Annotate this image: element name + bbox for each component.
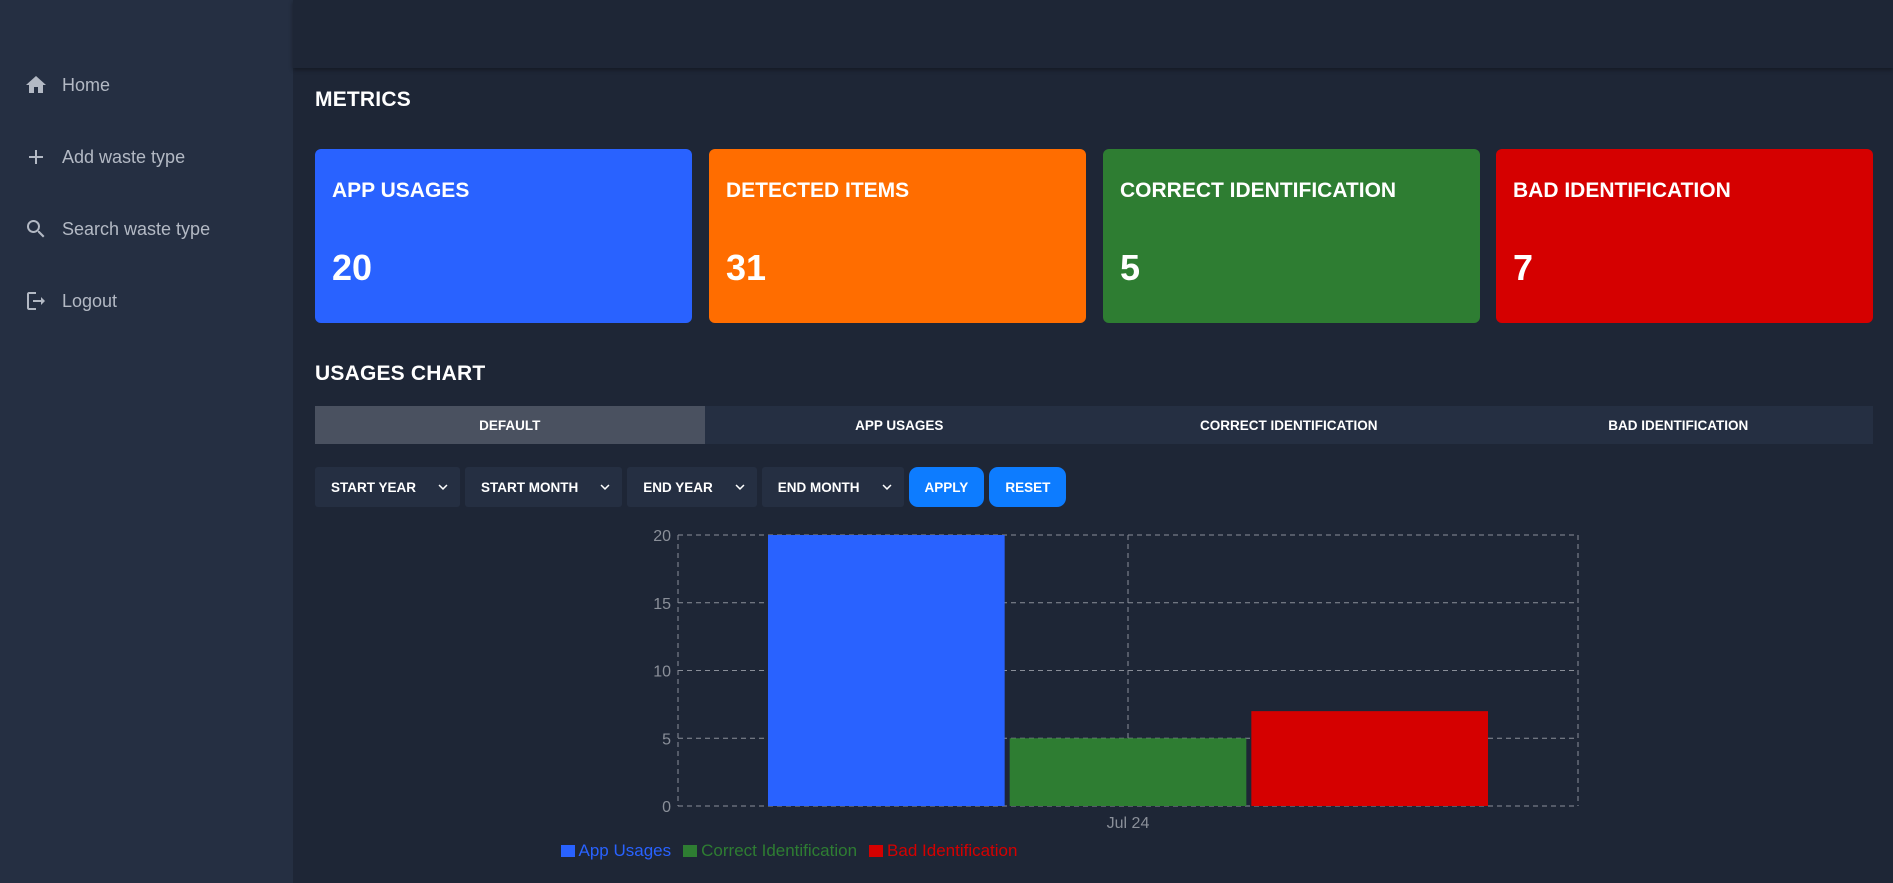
chart-tabs: DEFAULT APP USAGES CORRECT IDENTIFICATIO… [315, 406, 1873, 444]
metric-card-title: BAD IDENTIFICATION [1513, 179, 1731, 202]
sidebar-item-add-waste-type[interactable]: Add waste type [24, 137, 185, 177]
sidebar-item-label: Home [62, 74, 111, 95]
logout-icon [27, 292, 45, 310]
chevron-down-icon [735, 484, 745, 490]
chart-legend: App Usages Correct Identification Bad Iden… [0, 841, 1578, 861]
tab-app-usages[interactable]: APP USAGES [705, 406, 1095, 444]
end-month-select[interactable]: END MONTH [761, 467, 904, 507]
reset-button[interactable]: RESET [989, 467, 1067, 507]
x-tick-label: Jul 24 [1107, 815, 1150, 832]
legend-swatch [683, 845, 698, 857]
usages-chart-title: USAGES CHART [315, 362, 486, 385]
legend-item[interactable]: Bad Identification [869, 841, 1017, 861]
metric-card-value: 5 [1120, 247, 1141, 288]
sidebar: Home Add waste type Search waste type Lo… [0, 0, 293, 883]
y-tick-label: 10 [653, 664, 671, 681]
metrics-title: METRICS [315, 88, 411, 111]
bar-bad-identification [1251, 711, 1488, 806]
sidebar-item-logout[interactable]: Logout [24, 281, 117, 321]
tab-default[interactable]: DEFAULT [315, 406, 705, 444]
date-filters: START YEAR START MONTH END YEAR END MONT… [315, 467, 1067, 507]
legend-label: Correct Identification [701, 841, 858, 860]
metric-card-bad-identification: BAD IDENTIFICATION 7 [1496, 149, 1873, 323]
legend-swatch [869, 845, 884, 857]
legend-item[interactable]: App Usages [560, 841, 672, 861]
search-icon [27, 220, 45, 238]
legend-label: Bad Identification [887, 841, 1018, 860]
sidebar-item-search-waste-type[interactable]: Search waste type [24, 209, 210, 249]
legend-item[interactable]: Correct Identification [683, 841, 857, 861]
select-label: END MONTH [777, 479, 860, 495]
tab-correct-identification[interactable]: CORRECT IDENTIFICATION [1094, 406, 1484, 444]
tab-bad-identification[interactable]: BAD IDENTIFICATION [1484, 406, 1874, 444]
sidebar-item-label: Search waste type [62, 218, 211, 239]
sidebar-item-label: Add waste type [62, 146, 186, 167]
metric-card-title: APP USAGES [332, 179, 470, 202]
sidebar-item-label: Logout [62, 290, 118, 311]
metric-card-title: DETECTED ITEMS [726, 179, 910, 202]
chevron-down-icon [882, 484, 892, 490]
y-tick-label: 5 [662, 731, 671, 748]
metric-card-correct-identification: CORRECT IDENTIFICATION 5 [1103, 149, 1480, 323]
metric-card-app-usages: APP USAGES 20 [315, 149, 692, 323]
bar-app-usages [768, 535, 1005, 806]
y-tick-label: 15 [653, 596, 671, 613]
home-icon [26, 76, 46, 93]
chevron-down-icon [438, 484, 448, 490]
legend-label: App Usages [578, 841, 672, 860]
y-tick-label: 20 [653, 528, 671, 545]
end-year-select[interactable]: END YEAR [627, 467, 757, 507]
sidebar-item-home[interactable]: Home [24, 65, 110, 105]
metric-card-value: 31 [726, 247, 767, 288]
start-year-select[interactable]: START YEAR [315, 467, 461, 507]
metric-card-detected-items: DETECTED ITEMS 31 [709, 149, 1086, 323]
plus-icon [29, 150, 43, 164]
start-month-select[interactable]: START MONTH [465, 467, 623, 507]
bar-correct-identification [1009, 738, 1247, 806]
legend-swatch [560, 845, 575, 857]
select-label: END YEAR [643, 479, 713, 495]
y-tick-label: 0 [662, 799, 671, 816]
metric-card-title: CORRECT IDENTIFICATION [1120, 179, 1397, 202]
metric-card-value: 7 [1513, 247, 1534, 288]
top-app-bar [293, 0, 1893, 68]
metric-card-value: 20 [332, 247, 373, 288]
apply-button[interactable]: APPLY [908, 467, 985, 507]
select-label: START MONTH [481, 479, 579, 495]
select-label: START YEAR [331, 479, 417, 495]
chevron-down-icon [600, 484, 610, 490]
